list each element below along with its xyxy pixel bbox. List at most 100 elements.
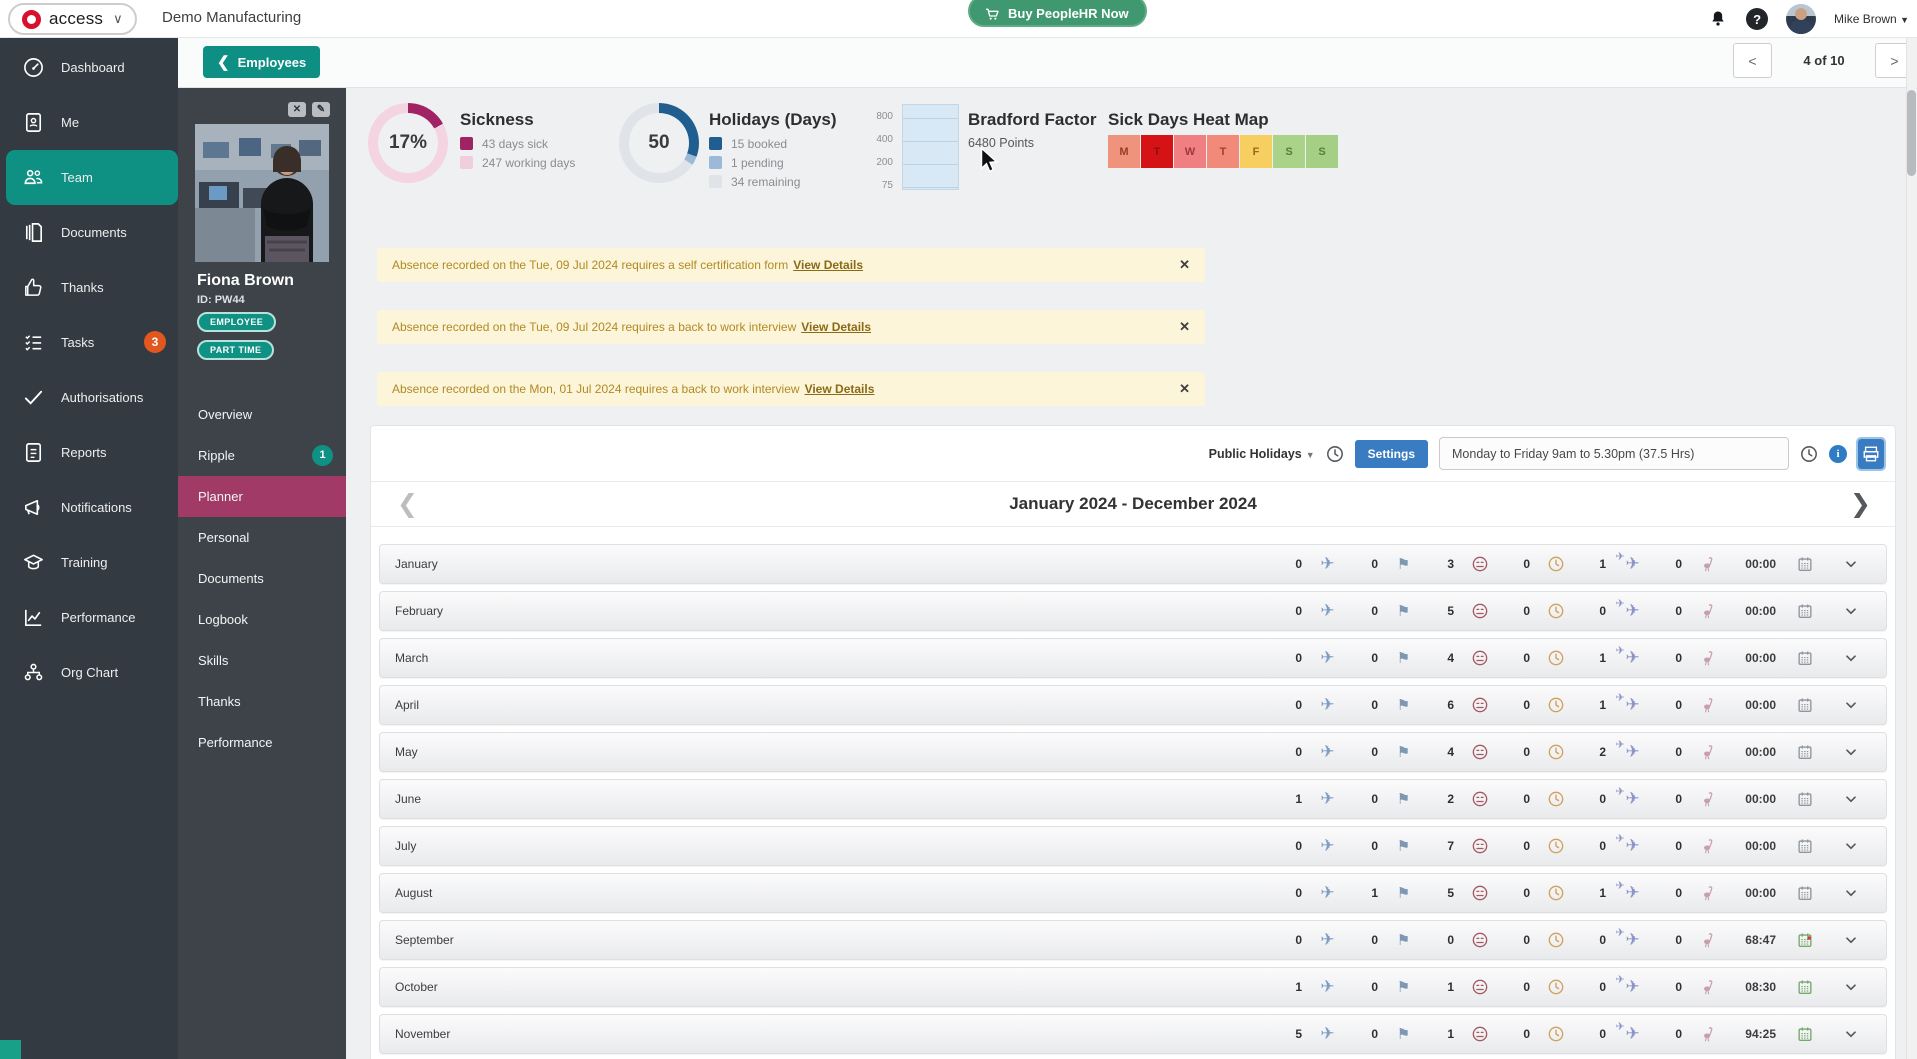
sidebar-item-reports[interactable]: Reports bbox=[0, 425, 178, 480]
timesheet-calendar-icon[interactable] bbox=[1782, 1025, 1828, 1043]
flag-icon: ⚑ bbox=[1397, 884, 1410, 902]
timesheet-calendar-icon[interactable] bbox=[1782, 743, 1828, 761]
expand-row-chevron-icon[interactable] bbox=[1828, 602, 1874, 620]
sidebar-item-team[interactable]: Team bbox=[6, 150, 178, 205]
edit-icon[interactable]: ✎ bbox=[312, 102, 330, 117]
tab-documents[interactable]: Documents bbox=[178, 558, 346, 599]
sidebar-item-tasks[interactable]: Tasks3 bbox=[0, 315, 178, 370]
bird-icon bbox=[1691, 978, 1724, 996]
timesheet-calendar-icon[interactable] bbox=[1782, 884, 1828, 902]
timesheet-calendar-icon[interactable] bbox=[1782, 978, 1828, 996]
scrollbar[interactable] bbox=[1906, 38, 1917, 1059]
timesheet-calendar-icon[interactable] bbox=[1782, 602, 1828, 620]
close-icon[interactable]: ✕ bbox=[288, 102, 306, 117]
timesheet-calendar-icon[interactable] bbox=[1782, 696, 1828, 714]
user-menu[interactable]: Mike Brown ▼ bbox=[1834, 12, 1909, 26]
clock-icon[interactable] bbox=[1326, 445, 1344, 463]
month-label: June bbox=[395, 792, 1268, 806]
expand-row-chevron-icon[interactable] bbox=[1828, 649, 1874, 667]
sidebar-item-thanks[interactable]: Thanks bbox=[0, 260, 178, 315]
expand-row-chevron-icon[interactable] bbox=[1828, 837, 1874, 855]
sidebar-item-notifications[interactable]: Notifications bbox=[0, 480, 178, 535]
leave-count: 0 bbox=[1572, 604, 1606, 618]
expand-row-chevron-icon[interactable] bbox=[1828, 931, 1874, 949]
sidebar-item-label: Dashboard bbox=[61, 60, 125, 75]
prev-employee-button[interactable]: < bbox=[1733, 43, 1772, 78]
sidebar-item-org-chart[interactable]: Org Chart bbox=[0, 645, 178, 700]
expand-row-chevron-icon[interactable] bbox=[1828, 978, 1874, 996]
expand-row-chevron-icon[interactable] bbox=[1828, 696, 1874, 714]
sidebar-item-dashboard[interactable]: Dashboard bbox=[0, 40, 178, 95]
plane-icon: ✈ bbox=[1320, 930, 1334, 950]
close-icon[interactable]: ✕ bbox=[1179, 381, 1190, 397]
settings-button[interactable]: Settings bbox=[1355, 440, 1428, 468]
worked-hours: 00:00 bbox=[1724, 651, 1776, 665]
print-planner-icon[interactable] bbox=[1858, 439, 1884, 469]
events-count: 0 bbox=[1344, 557, 1378, 571]
employees-back-button[interactable]: ❮ Employees bbox=[203, 46, 320, 78]
view-details-link[interactable]: View Details bbox=[801, 320, 871, 334]
tab-personal[interactable]: Personal bbox=[178, 517, 346, 558]
expand-row-chevron-icon[interactable] bbox=[1828, 743, 1874, 761]
timesheet-calendar-icon[interactable] bbox=[1782, 649, 1828, 667]
public-holidays-dropdown[interactable]: Public Holidays▼ bbox=[1209, 447, 1315, 461]
sickness-title: Sickness bbox=[460, 110, 534, 130]
tab-skills[interactable]: Skills bbox=[178, 640, 346, 681]
notifications-bell-icon[interactable] bbox=[1708, 8, 1728, 30]
expand-row-chevron-icon[interactable] bbox=[1828, 884, 1874, 902]
sidebar-item-training[interactable]: Training bbox=[0, 535, 178, 590]
timesheet-calendar-icon[interactable] bbox=[1782, 931, 1828, 949]
sidebar-item-me[interactable]: Me bbox=[0, 95, 178, 150]
tab-logbook[interactable]: Logbook bbox=[178, 599, 346, 640]
tab-ripple[interactable]: Ripple1 bbox=[178, 435, 346, 476]
holiday-count: 0 bbox=[1268, 933, 1302, 947]
expand-row-chevron-icon[interactable] bbox=[1828, 555, 1874, 573]
view-details-link[interactable]: View Details bbox=[805, 382, 875, 396]
scrollbar-thumb[interactable] bbox=[1907, 90, 1916, 176]
clock-icon[interactable] bbox=[1800, 445, 1818, 463]
lateness-clock-icon bbox=[1539, 602, 1572, 620]
other-count: 0 bbox=[1648, 792, 1682, 806]
chevron-left-icon: ❮ bbox=[217, 53, 230, 71]
expand-row-chevron-icon[interactable] bbox=[1828, 1025, 1874, 1043]
employee-badge-part-time: PART TIME bbox=[197, 340, 274, 360]
timesheet-calendar-icon[interactable] bbox=[1782, 790, 1828, 808]
tab-overview[interactable]: Overview bbox=[178, 394, 346, 435]
late-count: 0 bbox=[1496, 839, 1530, 853]
info-icon[interactable]: i bbox=[1829, 445, 1847, 463]
view-details-link[interactable]: View Details bbox=[793, 258, 863, 272]
user-avatar[interactable] bbox=[1786, 4, 1816, 34]
leave-count: 1 bbox=[1572, 886, 1606, 900]
tab-performance[interactable]: Performance bbox=[178, 722, 346, 763]
sick-count: 1 bbox=[1420, 980, 1454, 994]
range-prev-button[interactable]: ❮ bbox=[397, 486, 418, 522]
timesheet-calendar-icon[interactable] bbox=[1782, 837, 1828, 855]
heatmap-cell-t: T bbox=[1207, 135, 1239, 168]
megaphone-icon bbox=[22, 496, 45, 519]
events-count: 0 bbox=[1344, 1027, 1378, 1041]
expand-row-chevron-icon[interactable] bbox=[1828, 790, 1874, 808]
bradford-mini-chart bbox=[902, 104, 959, 190]
tab-thanks[interactable]: Thanks bbox=[178, 681, 346, 722]
plane-icon: ✈ bbox=[1320, 648, 1334, 668]
planner-toolbar: Public Holidays▼ Settings i bbox=[1209, 437, 1884, 470]
lateness-clock-icon bbox=[1539, 884, 1572, 902]
month-label: August bbox=[395, 886, 1268, 900]
sidebar-item-performance[interactable]: Performance bbox=[0, 590, 178, 645]
close-icon[interactable]: ✕ bbox=[1179, 319, 1190, 335]
bradford-title: Bradford Factor bbox=[968, 110, 1096, 130]
timesheet-calendar-icon[interactable] bbox=[1782, 555, 1828, 573]
sidebar-item-authorisations[interactable]: Authorisations bbox=[0, 370, 178, 425]
close-icon[interactable]: ✕ bbox=[1179, 257, 1190, 273]
help-icon[interactable]: ? bbox=[1746, 8, 1768, 30]
access-logo-menu[interactable]: access ∨ bbox=[8, 3, 137, 35]
range-next-button[interactable]: ❯ bbox=[1850, 486, 1871, 522]
tab-planner[interactable]: Planner bbox=[178, 476, 346, 517]
sick-face-icon bbox=[1463, 696, 1496, 714]
sidebar-item-documents[interactable]: Documents bbox=[0, 205, 178, 260]
planner-row-april: April0✈0⚑601✈✈000:00 bbox=[379, 685, 1887, 725]
buy-peoplehr-button[interactable]: Buy PeopleHR Now bbox=[968, 0, 1147, 27]
planner-row-march: March0✈0⚑401✈✈000:00 bbox=[379, 638, 1887, 678]
report-icon bbox=[22, 441, 45, 464]
working-hours-input[interactable] bbox=[1439, 437, 1789, 470]
